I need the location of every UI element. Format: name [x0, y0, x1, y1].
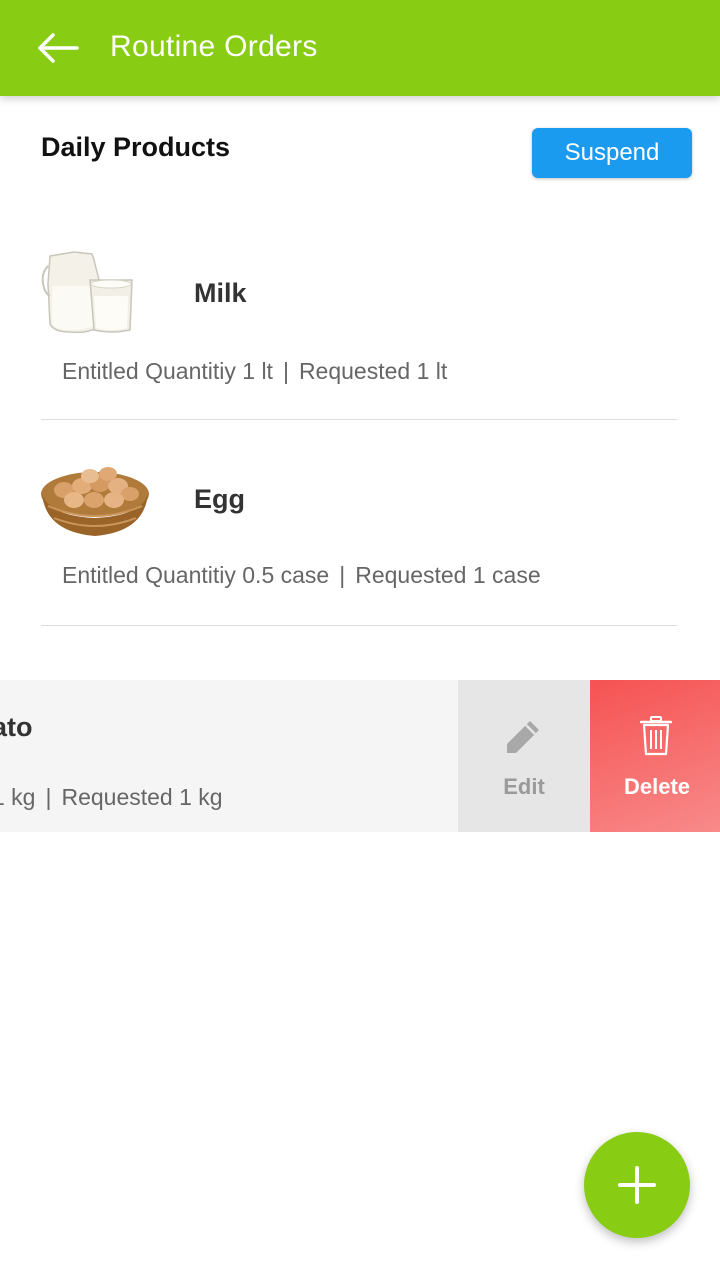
requested-quantity: Requested 1 lt: [298, 358, 448, 384]
add-order-button[interactable]: [584, 1132, 690, 1238]
list-item-milk[interactable]: Milk Entitled Quantitiy 1 lt | Requested 1…: [0, 226, 720, 420]
edit-label: Edit: [503, 774, 545, 799]
delete-label: Delete: [623, 774, 691, 799]
arrow-left-icon: [38, 33, 79, 63]
list-item-egg[interactable]: Egg Entitled Quantitiy 0.5 case | Requeste…: [0, 432, 720, 626]
product-quantity-info: Entitled Quantitiy 1 lt | Requested 1 lt: [62, 358, 447, 385]
separator: |: [282, 358, 289, 384]
milk-product-image: [41, 251, 133, 334]
section-header: Daily Products Suspend: [0, 96, 720, 206]
section-title: Daily Products: [41, 132, 231, 162]
entitled-quantity: 1 kg: [0, 784, 36, 810]
list-item-swiped[interactable]: ato 1 kg | Requested 1 kg Edit Delete: [0, 680, 720, 832]
requested-quantity: Requested 1 kg: [61, 784, 223, 810]
plus-icon: [618, 1166, 656, 1204]
entitled-quantity: Entitled Quantitiy 1 lt: [62, 358, 273, 384]
egg-product-image: [41, 467, 149, 536]
page-title: Routine Orders: [110, 30, 318, 63]
trash-icon: [640, 716, 672, 756]
requested-quantity: Requested 1 case: [355, 562, 541, 588]
product-name: Milk: [194, 278, 247, 308]
pencil-icon: [507, 721, 539, 753]
product-quantity-info: Entitled Quantitiy 0.5 case | Requested 1 …: [62, 562, 541, 589]
delete-button[interactable]: Delete: [590, 680, 720, 832]
back-button[interactable]: [34, 26, 82, 70]
separator: |: [339, 562, 346, 588]
divider: [41, 625, 677, 626]
product-name: Egg: [194, 484, 245, 514]
suspend-button[interactable]: Suspend: [532, 128, 692, 178]
product-quantity-info: 1 kg | Requested 1 kg: [0, 784, 223, 811]
separator: |: [45, 784, 52, 810]
entitled-quantity: Entitled Quantitiy 0.5 case: [62, 562, 330, 588]
divider: [41, 419, 677, 420]
app-bar: Routine Orders: [0, 0, 720, 96]
product-name: ato: [0, 712, 33, 742]
edit-button[interactable]: Edit: [458, 680, 590, 832]
